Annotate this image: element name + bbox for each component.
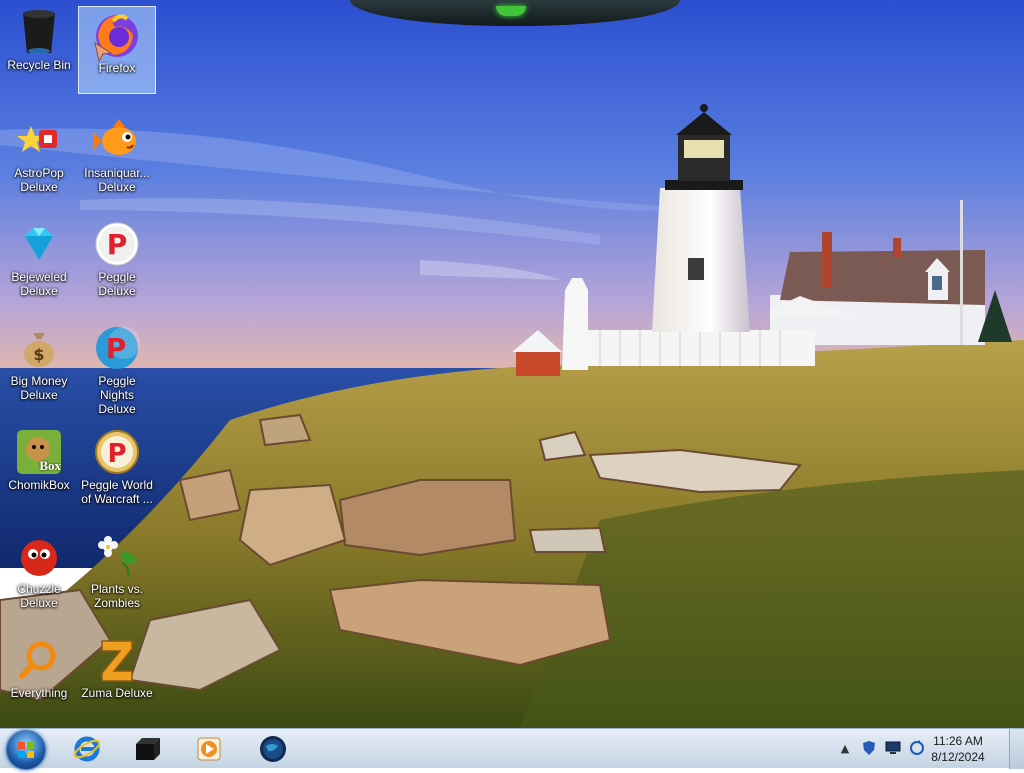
icon-label: Peggle Deluxe — [98, 270, 136, 298]
svg-text:P: P — [107, 228, 128, 261]
security-shield-icon[interactable] — [860, 739, 878, 757]
astropop-icon — [15, 116, 63, 164]
windows-start-orb-icon[interactable] — [6, 730, 46, 770]
desktop-icon-bejeweled[interactable]: Bejeweled Deluxe — [0, 216, 78, 304]
system-tray: ▲ 11:26 AM 8/12/2024 — [834, 729, 1024, 769]
firefox-icon — [93, 11, 141, 63]
clock-date: 8/12/2024 — [931, 750, 985, 764]
svg-text:$: $ — [33, 345, 44, 364]
clock-time: 11:26 AM — [933, 734, 983, 748]
desktop-icon-peggle-world-of-warcraft[interactable]: P Peggle World of Warcraft ... — [78, 424, 156, 512]
taskbar: ▲ 11:26 AM 8/12/2024 — [0, 728, 1024, 770]
icon-label: AstroPop Deluxe — [14, 166, 64, 194]
status-indicator-icon — [496, 6, 526, 16]
icon-label: Recycle Bin — [7, 58, 71, 72]
plants-vs-zombies-icon — [93, 532, 141, 580]
icon-label: Big Money Deluxe — [10, 374, 68, 402]
desktop-icon-astropop[interactable]: AstroPop Deluxe — [0, 112, 78, 200]
insaniquarium-fish-icon — [93, 116, 141, 164]
desktop-icon-big-money[interactable]: $ Big Money Deluxe — [0, 320, 78, 408]
icon-label: Everything — [10, 686, 68, 700]
icon-label: Peggle World of Warcraft ... — [81, 478, 153, 506]
desktop-icon-plants-vs-zombies[interactable]: Plants vs. Zombies — [78, 528, 156, 616]
icon-label: ChomikBox — [8, 478, 70, 492]
svg-text:P: P — [107, 439, 126, 469]
desktop-icon-peggle-nights[interactable]: P Peggle Nights Deluxe — [78, 320, 156, 416]
media-player-icon[interactable] — [192, 732, 226, 766]
icon-label: Peggle Nights Deluxe — [98, 374, 136, 416]
globe-app-icon[interactable] — [256, 732, 290, 766]
desktop-icon-insaniquarium[interactable]: Insaniquar... Deluxe — [78, 112, 156, 200]
icon-label: Plants vs. Zombies — [90, 582, 144, 610]
icon-label: Insaniquar... Deluxe — [84, 166, 150, 194]
desktop-icon-recycle-bin[interactable]: Recycle Bin — [0, 4, 78, 92]
icon-label: Zuma Deluxe — [81, 686, 153, 700]
desktop-icon-everything[interactable]: Everything — [0, 632, 78, 720]
terminal-app-icon[interactable] — [130, 732, 164, 766]
icon-label: Chuzzle Deluxe — [17, 582, 61, 610]
peggle-icon: P — [93, 220, 141, 268]
zuma-icon — [93, 636, 141, 684]
peggle-wow-icon: P — [93, 428, 141, 476]
recycle-bin-icon — [15, 8, 63, 56]
desktop-icon-peggle-deluxe[interactable]: P Peggle Deluxe — [78, 216, 156, 304]
desktop-icon-zuma[interactable]: Zuma Deluxe — [78, 632, 156, 720]
peggle-nights-icon: P — [93, 324, 141, 372]
svg-text:P: P — [106, 332, 127, 365]
chomikbox-icon: Box — [15, 428, 63, 476]
internet-explorer-icon[interactable] — [70, 732, 104, 766]
icon-label: Firefox — [98, 61, 136, 75]
taskbar-clock[interactable]: 11:26 AM 8/12/2024 — [920, 733, 996, 765]
tray-overflow-chevron-icon[interactable]: ▲ — [836, 739, 854, 757]
desktop-icon-firefox[interactable]: Firefox — [78, 6, 156, 94]
money-bag-icon: $ — [15, 324, 63, 372]
icon-label: Bejeweled Deluxe — [11, 270, 67, 298]
chomikbox-badge-label: Box — [39, 458, 61, 473]
desktop-icon-chomikbox[interactable]: Box ChomikBox — [0, 424, 78, 512]
desktop-icon-chuzzle[interactable]: Chuzzle Deluxe — [0, 528, 78, 616]
chuzzle-icon — [15, 532, 63, 580]
mouse-cursor-icon — [94, 41, 113, 63]
everything-search-icon — [15, 636, 63, 684]
network-monitor-icon[interactable] — [884, 739, 902, 757]
bejeweled-gem-icon — [15, 220, 63, 268]
show-desktop-button[interactable] — [1009, 729, 1024, 769]
